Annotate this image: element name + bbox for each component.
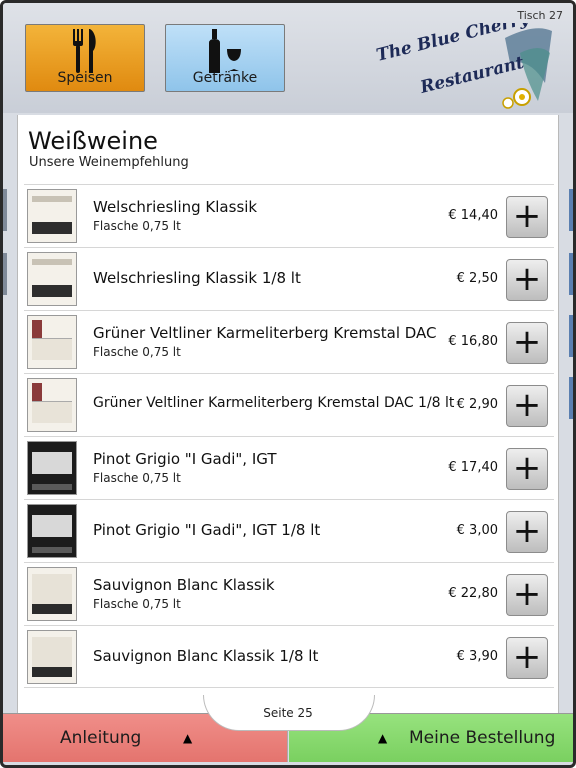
svg-text:Restaurant: Restaurant: [417, 53, 526, 98]
item-price: € 2,90: [456, 397, 498, 412]
scroll-edge: [569, 377, 573, 419]
category-button-speisen[interactable]: Speisen: [25, 24, 145, 92]
plus-icon: +: [512, 195, 542, 236]
item-price: € 16,80: [448, 334, 498, 349]
item-name: Pinot Grigio "I Gadi", IGT: [93, 450, 277, 468]
list-item: Welschriesling Klassik Flasche 0,75 lt €…: [24, 184, 554, 247]
list-item: Sauvignon Blanc Klassik Flasche 0,75 lt …: [24, 562, 554, 625]
restaurant-logo: The Blue Cherry Restaurant: [370, 8, 555, 115]
item-size: Flasche 0,75 lt: [93, 597, 181, 611]
wine-label-image: [27, 378, 77, 432]
wine-label-image: [27, 630, 77, 684]
item-name: Sauvignon Blanc Klassik: [93, 576, 275, 594]
instructions-label: Anleitung: [60, 728, 142, 748]
add-to-order-button[interactable]: +: [506, 259, 548, 301]
plus-icon: +: [512, 384, 542, 425]
plus-icon: +: [512, 636, 542, 677]
item-size: Flasche 0,75 lt: [93, 471, 181, 485]
item-name: Grüner Veltliner Karmeliterberg Kremstal…: [93, 324, 437, 342]
item-size: Flasche 0,75 lt: [93, 219, 181, 233]
page-number: Seite 25: [263, 706, 313, 720]
scroll-edge: [569, 315, 573, 357]
item-size: Flasche 0,75 lt: [93, 345, 181, 359]
list-item: Grüner Veltliner Karmeliterberg Kremstal…: [24, 310, 554, 373]
plus-icon: +: [512, 573, 542, 614]
plus-icon: +: [512, 258, 542, 299]
arrow-up-icon: ▲: [378, 731, 388, 745]
menu-panel: Weißweine Unsere Weinempfehlung Welschri…: [17, 115, 559, 715]
wine-label-image: [27, 252, 77, 306]
item-name: Grüner Veltliner Karmeliterberg Kremstal…: [93, 395, 455, 411]
item-name: Welschriesling Klassik: [93, 198, 258, 216]
item-price: € 2,50: [456, 271, 498, 286]
add-to-order-button[interactable]: +: [506, 637, 548, 679]
add-to-order-button[interactable]: +: [506, 196, 548, 238]
app-window: Tisch 27 Speisen Getränke The Blue Cherr…: [0, 0, 576, 768]
scroll-edge: [569, 253, 573, 295]
wine-label-image: [27, 441, 77, 495]
wine-bottle-glass-icon: [205, 29, 245, 77]
list-item: Pinot Grigio "I Gadi", IGT Flasche 0,75 …: [24, 436, 554, 499]
product-list: Welschriesling Klassik Flasche 0,75 lt €…: [24, 184, 554, 688]
plus-icon: +: [512, 321, 542, 362]
plus-icon: +: [512, 510, 542, 551]
item-name: Welschriesling Klassik 1/8 lt: [93, 269, 301, 287]
item-price: € 3,00: [456, 523, 498, 538]
header: Tisch 27 Speisen Getränke The Blue Cherr…: [3, 3, 573, 113]
wine-label-image: [27, 504, 77, 558]
list-item: Pinot Grigio "I Gadi", IGT 1/8 lt € 3,00…: [24, 499, 554, 562]
item-price: € 14,40: [448, 208, 498, 223]
scroll-edge: [3, 189, 7, 231]
add-to-order-button[interactable]: +: [506, 448, 548, 490]
page-subtitle: Unsere Weinempfehlung: [29, 155, 189, 170]
item-price: € 22,80: [448, 586, 498, 601]
add-to-order-button[interactable]: +: [506, 511, 548, 553]
my-order-label: Meine Bestellung: [409, 728, 556, 748]
cutlery-icon: [70, 29, 100, 77]
list-item: Welschriesling Klassik 1/8 lt € 2,50 +: [24, 247, 554, 310]
arrow-up-icon: ▲: [183, 731, 193, 745]
scroll-edge: [569, 189, 573, 231]
list-item: Grüner Veltliner Karmeliterberg Kremstal…: [24, 373, 554, 436]
wine-label-image: [27, 567, 77, 621]
add-to-order-button[interactable]: +: [506, 574, 548, 616]
footer-bar: Anleitung ▲ ▲ Meine Bestellung Seite 25: [3, 693, 573, 765]
item-price: € 17,40: [448, 460, 498, 475]
table-number: Tisch 27: [517, 9, 563, 22]
plus-icon: +: [512, 447, 542, 488]
scroll-edge: [3, 253, 7, 295]
add-to-order-button[interactable]: +: [506, 385, 548, 427]
page-title: Weißweine: [28, 127, 158, 155]
item-name: Sauvignon Blanc Klassik 1/8 lt: [93, 647, 319, 665]
wine-label-image: [27, 189, 77, 243]
item-name: Pinot Grigio "I Gadi", IGT 1/8 lt: [93, 521, 321, 539]
list-item: Sauvignon Blanc Klassik 1/8 lt € 3,90 +: [24, 625, 554, 688]
item-price: € 3,90: [456, 649, 498, 664]
add-to-order-button[interactable]: +: [506, 322, 548, 364]
wine-label-image: [27, 315, 77, 369]
category-button-getraenke[interactable]: Getränke: [165, 24, 285, 92]
